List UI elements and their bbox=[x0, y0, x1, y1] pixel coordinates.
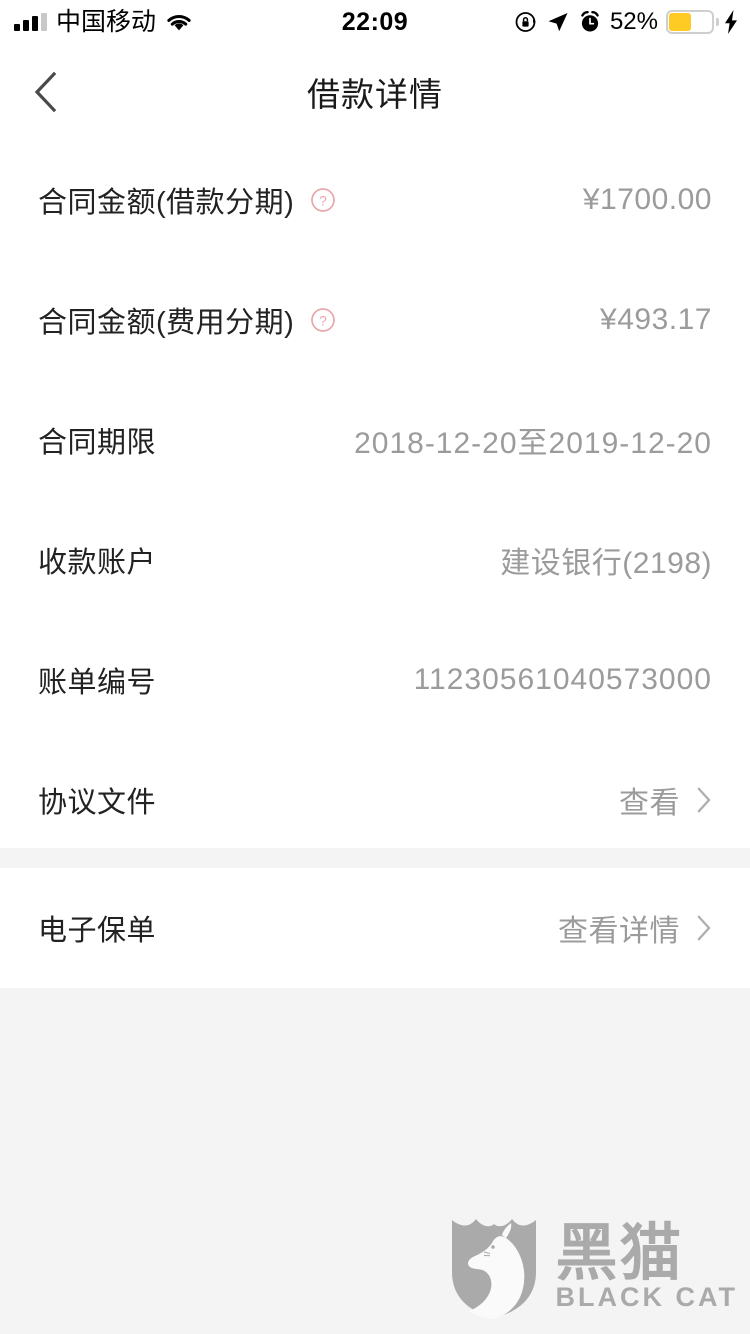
page-title: 借款详情 bbox=[307, 76, 443, 113]
chevron-right-icon bbox=[696, 786, 712, 814]
chevron-right-icon bbox=[696, 914, 712, 942]
row-value: 2018-12-20至2019-12-20 bbox=[354, 427, 712, 460]
black-cat-shield-logo-icon bbox=[448, 1216, 540, 1320]
row-value: 11230561040573000 bbox=[413, 663, 712, 696]
row-label: 账单编号 bbox=[38, 667, 157, 699]
row-value: ¥1700.00 bbox=[582, 183, 712, 216]
row-value: ¥493.17 bbox=[600, 303, 712, 336]
watermark-cn-label: 黑猫 bbox=[555, 1218, 684, 1288]
row-value: 查看 bbox=[619, 787, 680, 820]
row-label: 合同金额(借款分期) bbox=[38, 187, 295, 219]
row-contract-amount-fee[interactable]: 合同金额(费用分期) ? ¥493.17 bbox=[0, 260, 750, 380]
detail-section-insurance: 电子保单 查看详情 bbox=[0, 868, 750, 988]
svg-text:?: ? bbox=[319, 192, 327, 208]
row-contract-amount-loan[interactable]: 合同金额(借款分期) ? ¥1700.00 bbox=[0, 140, 750, 260]
watermark-text: 黑猫 BLACK CAT bbox=[555, 1218, 738, 1313]
detail-section-primary: 合同金额(借款分期) ? ¥1700.00 合同金额(费用分期) ? ¥493.… bbox=[0, 140, 750, 848]
watermark-en-label: BLACK CAT bbox=[555, 1282, 738, 1313]
row-label: 电子保单 bbox=[38, 915, 157, 947]
row-action[interactable]: 查看 bbox=[619, 778, 712, 822]
svg-text:?: ? bbox=[319, 312, 327, 328]
section-divider bbox=[0, 848, 750, 868]
help-question-icon[interactable]: ? bbox=[310, 187, 336, 213]
row-agreement-files[interactable]: 协议文件 查看 bbox=[0, 740, 750, 860]
row-contract-period: 合同期限 2018-12-20至2019-12-20 bbox=[0, 380, 750, 500]
row-label: 协议文件 bbox=[38, 787, 157, 819]
row-action[interactable]: 查看详情 bbox=[558, 906, 712, 950]
watermark-black-cat: 黑猫 BLACK CAT bbox=[448, 1216, 738, 1320]
row-receiving-account: 收款账户 建设银行(2198) bbox=[0, 500, 750, 620]
nav-bar: 借款详情 bbox=[0, 44, 750, 140]
row-value: 查看详情 bbox=[558, 915, 680, 948]
help-question-icon[interactable]: ? bbox=[310, 307, 336, 333]
row-label: 合同期限 bbox=[38, 427, 157, 459]
battery-icon bbox=[666, 10, 719, 34]
phone-screen: 中国移动 22:09 52% 借款详情 合同金额(借款分期) ? ¥1700.0… bbox=[0, 0, 750, 1334]
row-electronic-policy[interactable]: 电子保单 查看详情 bbox=[0, 868, 750, 988]
row-label: 收款账户 bbox=[38, 547, 157, 579]
row-bill-number: 账单编号 11230561040573000 bbox=[0, 620, 750, 740]
row-label: 合同金额(费用分期) bbox=[38, 307, 295, 339]
status-bar: 中国移动 22:09 52% bbox=[0, 0, 750, 44]
row-value: 建设银行(2198) bbox=[500, 547, 712, 580]
status-bar-time: 22:09 bbox=[341, 7, 409, 36]
